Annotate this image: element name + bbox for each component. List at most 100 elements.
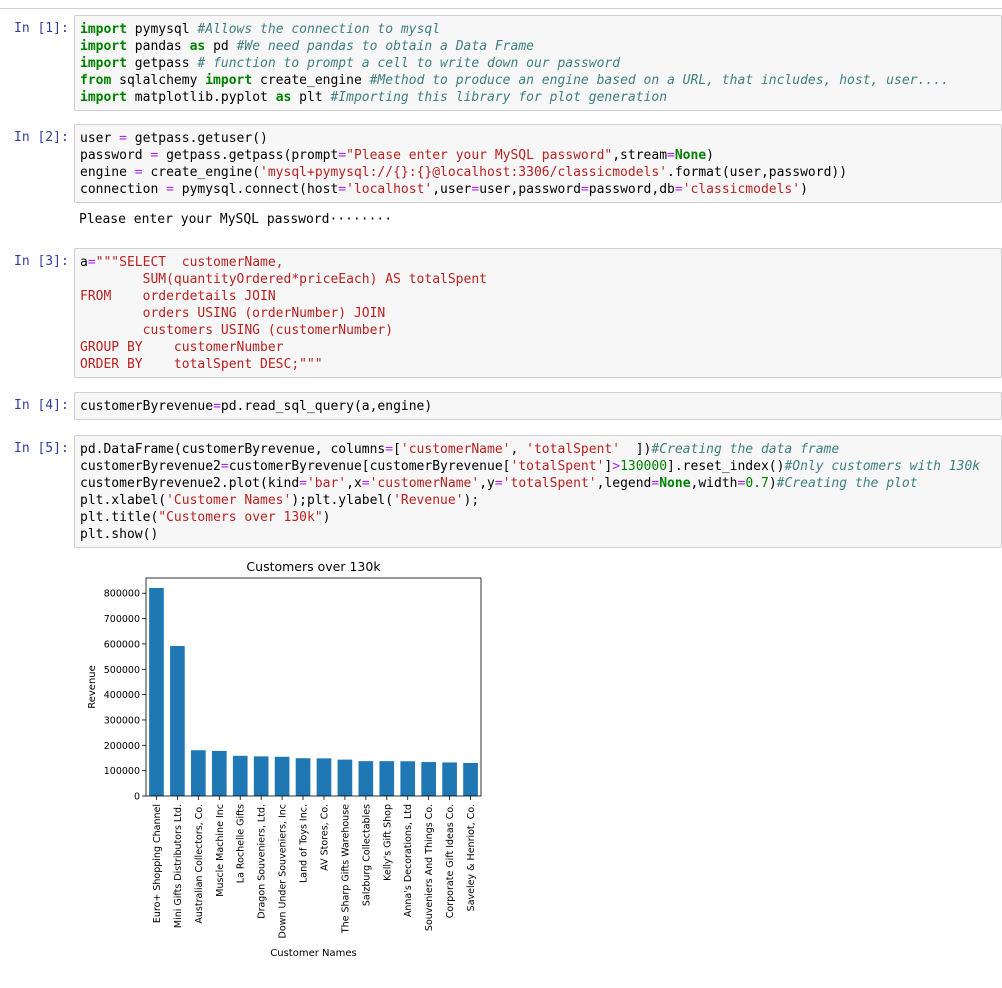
cell-output-text: Please enter your MySQL password········	[79, 212, 393, 227]
code-token: as	[275, 90, 292, 105]
code-cell-input[interactable]: import pymysql #Allows the connection to…	[74, 15, 1002, 111]
code-token: matplotlib.pyplot	[126, 90, 276, 105]
code-token: .format(user,password))	[667, 165, 848, 180]
code-token: ,	[510, 442, 527, 457]
code-token: import	[80, 22, 127, 37]
code-token: #Only customers with 130k	[784, 459, 981, 474]
code-token: create_engine	[252, 73, 370, 88]
chart-bar	[379, 761, 395, 796]
code-token: =	[166, 182, 174, 197]
code-token: customerByrevenue2	[80, 459, 221, 474]
code-cell-input[interactable]: pd.DataFrame(customerByrevenue, columns=…	[74, 435, 1002, 548]
code-token: import	[80, 90, 127, 105]
code-token: 'totalSpent'	[510, 459, 605, 474]
code-token: )	[706, 148, 714, 163]
x-tick-label: Australian Collectors, Co.	[194, 804, 205, 924]
code-line: import pandas as pd #We need pandas to o…	[80, 38, 949, 55]
code-line: engine = create_engine('mysql+pymysql://…	[80, 164, 847, 181]
code-token: =	[580, 182, 589, 197]
chart-bar	[191, 750, 206, 796]
y-tick-label: 600000	[104, 639, 140, 650]
x-tick-label: Anna's Decorations, Ltd	[403, 804, 414, 917]
code-line: orders USING (orderNumber) JOIN	[80, 305, 487, 322]
code-token: create_engine(	[142, 165, 261, 180]
code-token: pymysql	[126, 22, 198, 37]
x-tick-label: Mini Gifts Distributors Ltd.	[173, 804, 184, 928]
code-token: #Creating the plot	[776, 476, 918, 491]
code-token: pd.read_sql_query(a,engine)	[220, 399, 433, 414]
y-tick-label: 100000	[104, 766, 140, 777]
code-token: customerByrevenue2.plot(kind	[80, 476, 300, 491]
code-line: customers USING (customerNumber)	[80, 322, 487, 339]
code-token: orders USING (orderNumber) JOIN	[80, 306, 386, 321]
chart-title: Customers over 130k	[246, 559, 381, 574]
code-token: #Method to produce an engine based on a …	[369, 73, 949, 88]
code-token: SUM(quantityOrdered*priceEach) AS totalS…	[80, 272, 487, 287]
code-token: );plt.ylabel(	[291, 493, 394, 508]
y-tick-label: 300000	[104, 715, 140, 726]
x-tick-label: Corporate Gift Ideas Co.	[445, 804, 456, 918]
code-token: )	[322, 510, 331, 525]
chart-bar	[253, 756, 269, 796]
code-token: =	[361, 476, 370, 491]
code-token: 'customerName'	[369, 476, 480, 491]
chart-bar	[400, 761, 416, 796]
y-tick-label: 200000	[104, 741, 140, 752]
code-token: 'classicmodels'	[682, 182, 801, 197]
code-token: =	[213, 399, 221, 414]
chart-bar	[316, 758, 332, 796]
code-token: ])	[620, 442, 652, 457]
cell-prompt: In [4]:	[14, 398, 69, 413]
x-tick-label: Kelly's Gift Shop	[382, 804, 393, 881]
code-text: a="""SELECT customerName, SUM(quantityOr…	[80, 254, 487, 373]
code-line: FROM orderdetails JOIN	[80, 288, 487, 305]
code-token: =	[299, 476, 307, 491]
code-token: engine	[80, 165, 135, 180]
x-tick-label: Euro+ Shopping Channel	[152, 804, 163, 923]
notebook-top-border	[0, 8, 1002, 9]
code-text: user = getpass.getuser() password = getpa…	[80, 130, 847, 198]
code-token: user	[80, 131, 120, 146]
y-axis-label: Revenue	[87, 665, 98, 709]
code-token: customerByrevenue[customerByrevenue[	[228, 459, 511, 474]
code-token: ,legend	[596, 476, 652, 491]
code-token: 'customerName'	[400, 442, 511, 457]
code-token: >	[612, 459, 621, 474]
code-text: pd.DataFrame(customerByrevenue, columns=…	[80, 441, 980, 543]
code-token: 'Revenue'	[393, 493, 464, 508]
code-token: getpass	[126, 56, 198, 71]
code-token: None	[674, 148, 707, 163]
code-token: pd.DataFrame(customerByrevenue, columns	[80, 442, 386, 457]
code-token: #Creating the data frame	[651, 442, 840, 457]
code-token: 'bar'	[306, 476, 347, 491]
x-tick-label: Souveniers And Things Co.	[424, 804, 435, 931]
code-token: =	[674, 182, 683, 197]
code-token: #Importing this library for plot generat…	[330, 90, 668, 105]
code-token: =	[385, 442, 394, 457]
code-line: connection = pymysql.connect(host='local…	[80, 181, 847, 198]
x-tick-label: Muscle Machine Inc	[215, 804, 226, 897]
code-token: None	[659, 476, 691, 491]
code-line: import getpass # function to prompt a ce…	[80, 55, 949, 72]
code-token: 'localhost'	[346, 182, 433, 197]
code-token: sqlalchemy	[111, 73, 206, 88]
y-tick-label: 800000	[104, 589, 140, 600]
chart-bar	[295, 758, 311, 796]
code-token: =	[87, 255, 96, 270]
chart-bar	[358, 761, 374, 796]
code-cell-input[interactable]: a="""SELECT customerName, SUM(quantityOr…	[74, 248, 1002, 378]
code-token: )	[768, 476, 777, 491]
code-token: plt.xlabel(	[80, 493, 167, 508]
code-line: from sqlalchemy import create_engine #Me…	[80, 72, 949, 89]
code-line: import matplotlib.pyplot as plt #Importi…	[80, 89, 949, 106]
code-token: customers USING (customerNumber)	[80, 323, 394, 338]
code-token: 130000	[620, 459, 668, 474]
code-token: as	[189, 39, 206, 54]
code-token: import	[205, 73, 253, 88]
code-token: plt	[291, 90, 331, 105]
code-cell-input[interactable]: user = getpass.getuser() password = getpa…	[74, 124, 1002, 203]
code-cell-input[interactable]: customerByrevenue=pd.read_sql_query(a,en…	[74, 392, 1002, 420]
code-token: from	[80, 73, 112, 88]
x-tick-label: Down Under Souveniers, Inc	[278, 804, 289, 939]
x-tick-label: Dragon Souveniers, Ltd.	[257, 804, 268, 919]
